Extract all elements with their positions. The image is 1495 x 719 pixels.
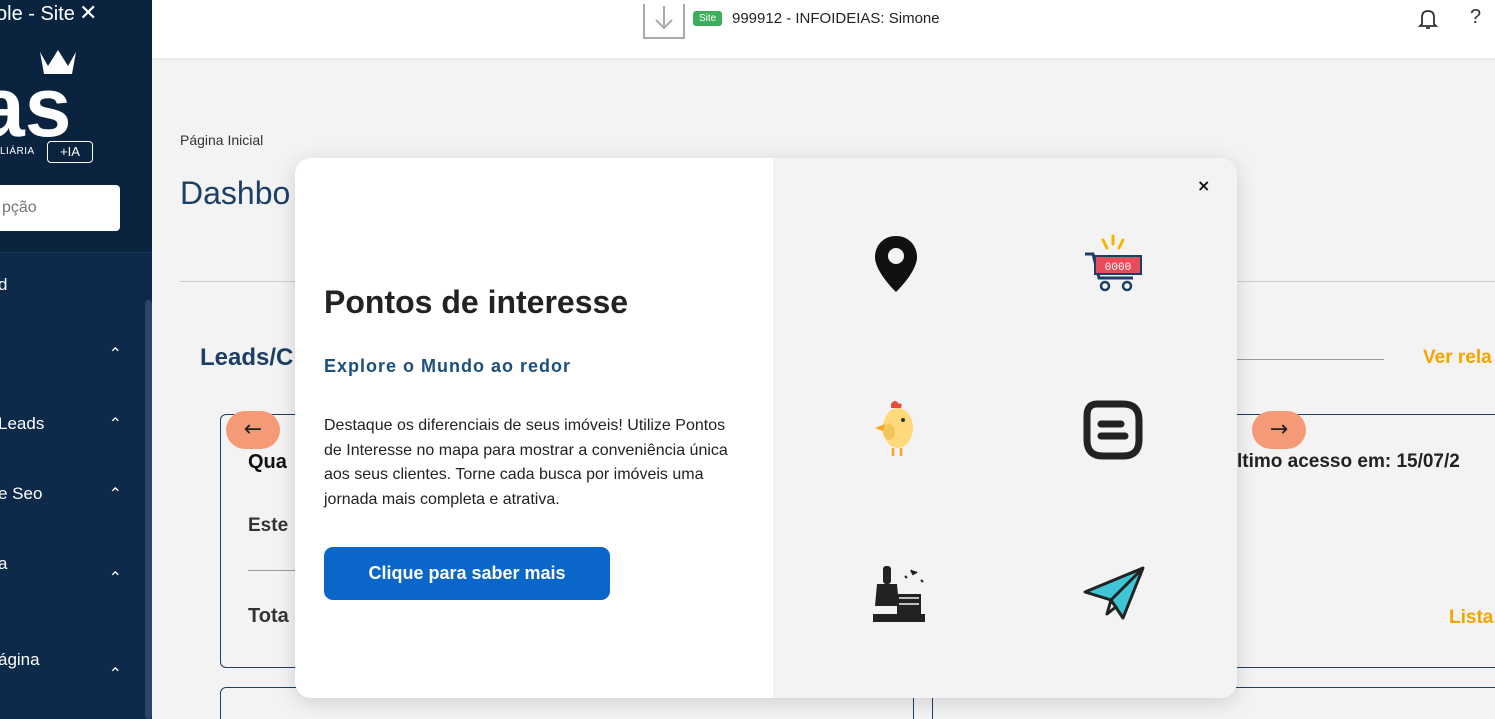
modal-description: Destaque os diferenciais de seus imóveis… <box>324 417 728 508</box>
sidebar-item-label: a <box>0 554 8 573</box>
page-title: Dashbo <box>180 175 291 211</box>
cart-display-text: 0000 <box>1105 262 1131 274</box>
site-badge: Site <box>693 11 723 26</box>
chevron-up-icon[interactable]: ⌃ <box>109 568 122 588</box>
card-heading: Qua <box>248 451 287 473</box>
window-tab[interactable]: ole - Site ✕ <box>0 0 97 26</box>
sidebar-scrollbar[interactable] <box>145 300 152 719</box>
card-subheading: Este <box>248 515 289 536</box>
top-bar: Site 999912 - INFOIDEIAS: Simone ? <box>152 0 1495 58</box>
carousel-prev-button[interactable]: ← <box>226 411 280 449</box>
help-icon[interactable]: ? <box>1470 6 1481 29</box>
breadcrumb[interactable]: Página Inicial <box>180 132 263 148</box>
blogger-icon <box>1083 400 1143 460</box>
chevron-up-icon[interactable]: ⌃ <box>109 664 122 684</box>
modal-subtitle: Explore o Mundo ao redor <box>324 356 572 376</box>
sidebar-item-label: Leads <box>0 414 45 433</box>
sidebar-item-seo[interactable]: e Seo ⌃ <box>0 462 152 532</box>
sidebar-item-label: e Seo <box>0 484 43 503</box>
close-icon[interactable]: × <box>1197 176 1210 195</box>
modal-title: Pontos de interesse <box>324 284 629 320</box>
shopping-cart-icon: 0000 <box>1085 234 1142 292</box>
section-title: Leads/C <box>200 344 294 371</box>
chevron-up-icon[interactable]: ⌃ <box>109 484 122 504</box>
sidebar-item-leads[interactable]: Leads ⌃ <box>0 392 152 462</box>
learn-more-button[interactable]: Clique para saber mais <box>324 547 610 600</box>
chevron-up-icon[interactable]: ⌃ <box>109 414 122 434</box>
menu-search-input[interactable] <box>0 185 120 231</box>
account-title: 999912 - INFOIDEIAS: Simone <box>732 10 940 27</box>
points-of-interest-modal: 0000 × Pontos de interesse Explore o Mun… <box>295 158 1237 698</box>
logo: as <box>0 50 76 146</box>
chick-icon <box>875 401 913 456</box>
sidebar-item-pagina[interactable]: ágina ⌃ <box>0 624 152 694</box>
view-report-link[interactable]: Ver rela <box>1423 347 1492 369</box>
download-icon[interactable] <box>640 0 688 40</box>
sidebar-item-dashboard[interactable]: d <box>0 252 152 322</box>
section-divider <box>1237 359 1384 360</box>
logo-text: as <box>0 60 71 146</box>
logo-subtitle: LIÁRIA <box>0 146 35 157</box>
paper-plane-icon <box>1083 566 1145 620</box>
close-icon[interactable]: ✕ <box>79 0 97 25</box>
ia-badge: +IA <box>47 141 93 163</box>
bell-icon[interactable] <box>1417 7 1439 31</box>
sidebar: ole - Site✕ as LIÁRIA +IA d ⌃ Leads ⌃ e … <box>0 0 152 719</box>
sidebar-item-a[interactable]: a ⌃ <box>0 532 152 602</box>
sidebar-item-label: ágina <box>0 650 40 669</box>
list-link[interactable]: Lista <box>1449 607 1493 629</box>
sidebar-item-group[interactable]: ⌃ <box>0 322 152 392</box>
last-access-text: ltimo acesso em: 15/07/2 <box>1237 451 1460 472</box>
window-tab-title: ole - Site <box>0 3 75 25</box>
paint-brush-icon <box>873 566 925 622</box>
sidebar-item-label: d <box>0 275 8 294</box>
map-pin-icon <box>875 236 917 292</box>
carousel-next-button[interactable]: → <box>1252 411 1306 449</box>
modal-icon-panel: 0000 <box>773 158 1237 698</box>
card-total: Tota <box>248 605 289 627</box>
chevron-up-icon[interactable]: ⌃ <box>109 344 122 364</box>
